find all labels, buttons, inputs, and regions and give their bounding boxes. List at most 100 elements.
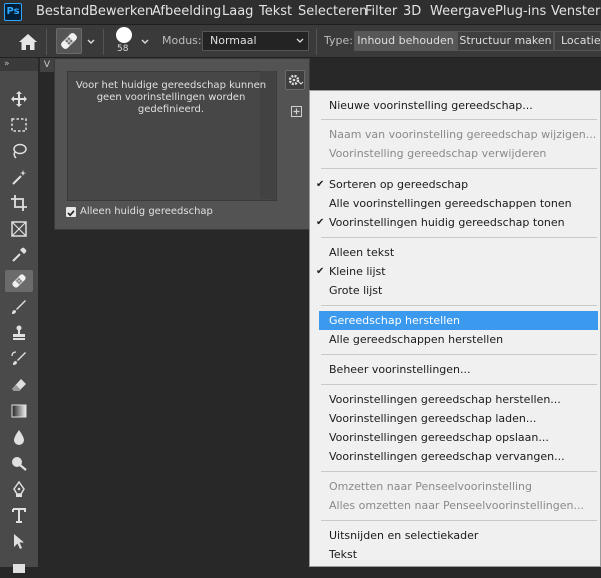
crop-tool[interactable] [8,192,30,214]
menu-bestand[interactable]: Bestand [36,4,89,19]
clone-stamp-icon [13,325,25,340]
chevron-down-icon[interactable] [140,35,150,49]
menu-item-label: Voorinstelling gereedschap verwijderen [329,147,547,160]
crop-icon [11,195,27,211]
move-tool[interactable] [8,88,30,110]
menu-item-crop-and-marquee[interactable]: Uitsnijden en selectiekader [319,526,598,545]
pen-tool[interactable] [8,478,30,500]
menu-item-save-tool-presets[interactable]: Voorinstellingen gereedschap opslaan... [319,428,598,447]
create-texture-button[interactable]: Structuur maken [457,31,554,51]
menu-item-reset-all-tools[interactable]: Alle gereedschappen herstellen [319,330,598,349]
menu-3d[interactable]: 3D [403,4,421,19]
gradient-tool[interactable] [8,400,30,422]
menu-afbeelding[interactable]: Afbeelding [152,4,221,19]
photoshop-logo[interactable]: Ps [4,3,22,21]
history-brush-icon [11,351,26,365]
menu-item-label: Naam van voorinstelling gereedschap wijz… [329,128,597,141]
type-label: Type: [324,34,353,47]
marquee-tool[interactable] [8,114,30,136]
menu-item-convert-to-brush-preset[interactable]: Omzetten naar Penseelvoorinstelling [319,477,598,496]
tool-presets-panel: Voor het huidige gereedschap kunnen geen… [54,58,310,230]
menu-item-convert-all-to-brush-presets[interactable]: Alles omzetten naar Penseelvoorinstellin… [319,496,598,515]
menu-item-delete-tool-preset[interactable]: Voorinstelling gereedschap verwijderen [319,144,598,163]
mode-label: Modus: [162,34,202,47]
proximity-match-button[interactable]: Locatie a [554,31,601,51]
menu-separator [321,354,597,355]
checkmark-icon [67,210,75,217]
menu-laag[interactable]: Laag [222,4,253,19]
eraser-icon [12,379,26,391]
menu-bewerken[interactable]: Bewerken [89,4,153,19]
menu-item-label: Omzetten naar Penseelvoorinstelling [329,480,533,493]
history-brush-tool[interactable] [8,348,30,370]
menu-item-show-all-tool-presets[interactable]: Alle voorinstellingen gereedschappen ton… [319,194,598,213]
blur-tool[interactable] [8,426,30,448]
menu-item-show-current-tool-presets[interactable]: ✔ Voorinstellingen huidig gereedschap ton… [316,213,598,232]
menu-item-reset-tool[interactable]: Gereedschap herstellen [319,311,598,330]
rectangle-marquee-icon [11,118,27,132]
frame-tool[interactable] [8,218,30,240]
rectangle-icon [13,563,25,573]
mode-value: Normaal [210,34,257,47]
menu-item-label: Uitsnijden en selectiekader [329,529,479,542]
menu-item-label: Kleine lijst [329,265,386,278]
menu-item-text-only[interactable]: Alleen tekst [319,243,598,262]
toolbar-collapse-button[interactable]: » [0,58,38,71]
menu-item-label: Grote lijst [329,284,383,297]
menu-item-label: Alleen tekst [329,246,395,259]
brush-icon [12,300,26,314]
menu-plug-ins[interactable]: Plug-ins [495,4,546,19]
menu-item-sort-by-tool[interactable]: ✔ Sorteren op gereedschap [316,175,598,194]
lasso-tool[interactable] [8,140,30,162]
current-tool-only-label: Alleen huidig gereedschap [80,206,213,217]
menu-item-reset-tool-presets[interactable]: Voorinstellingen gereedschap herstellen.… [319,390,598,409]
dodge-tool[interactable] [8,452,30,474]
menu-item-small-list[interactable]: ✔ Kleine lijst [316,262,598,281]
preset-panel-menu: Nieuwe voorinstelling gereedschap... Naa… [309,90,601,567]
eyedropper-tool[interactable] [8,244,30,266]
panel-menu-button[interactable] [285,70,305,90]
magic-wand-icon [12,170,26,185]
chevron-down-icon[interactable] [86,35,96,49]
menu-item-text[interactable]: Tekst [319,545,598,564]
menu-tekst[interactable]: Tekst [259,4,292,19]
menu-venster[interactable]: Venster [551,4,600,19]
path-selection-icon [14,534,24,549]
menu-bar: Ps Bestand Bewerken Afbeelding Laag Teks… [0,0,601,25]
options-bar: 58 Modus: Normaal Type: Inhoud behouden … [0,25,601,58]
menu-item-new-tool-preset[interactable]: Nieuwe voorinstelling gereedschap... [319,96,598,115]
menu-item-replace-tool-presets[interactable]: Voorinstellingen gereedschap vervangen..… [319,447,598,466]
move-icon [11,91,27,107]
document-tab[interactable]: V [40,58,54,72]
new-preset-icon[interactable] [291,106,302,117]
tool-preset-picker-button[interactable] [56,28,82,54]
menu-item-label: Alles omzetten naar Penseelvoorinstellin… [329,499,584,512]
spot-healing-brush-tool[interactable] [5,270,33,292]
content-aware-button[interactable]: Inhoud behouden [354,31,457,51]
menu-selecteren[interactable]: Selecteren [298,4,367,19]
menu-item-load-tool-presets[interactable]: Voorinstellingen gereedschap laden... [319,409,598,428]
brush-tool[interactable] [8,296,30,318]
mode-select[interactable]: Normaal [202,31,309,51]
options-divider [46,29,47,55]
eraser-tool[interactable] [8,374,30,396]
brush-preview[interactable] [116,27,132,43]
menu-filter[interactable]: Filter [365,4,397,19]
checkmark-icon: ✔ [316,217,325,228]
menu-item-preset-manager[interactable]: Beheer voorinstellingen... [319,360,598,379]
type-tool[interactable] [8,504,30,526]
menu-item-label: Tekst [329,548,358,561]
rectangle-tool[interactable] [8,556,30,578]
menu-separator [321,471,597,472]
menu-weergave[interactable]: Weergave [430,4,495,19]
home-icon[interactable] [18,33,38,51]
checkmark-icon: ✔ [316,266,325,277]
magic-wand-tool[interactable] [8,166,30,188]
menu-item-large-list[interactable]: Grote lijst [319,281,598,300]
checkmark-icon: ✔ [316,179,325,190]
menu-item-rename-tool-preset[interactable]: Naam van voorinstelling gereedschap wijz… [319,125,598,144]
current-tool-only-checkbox[interactable] [66,207,76,217]
clone-stamp-tool[interactable] [8,322,30,344]
path-selection-tool[interactable] [8,530,30,552]
pen-icon [13,480,25,497]
